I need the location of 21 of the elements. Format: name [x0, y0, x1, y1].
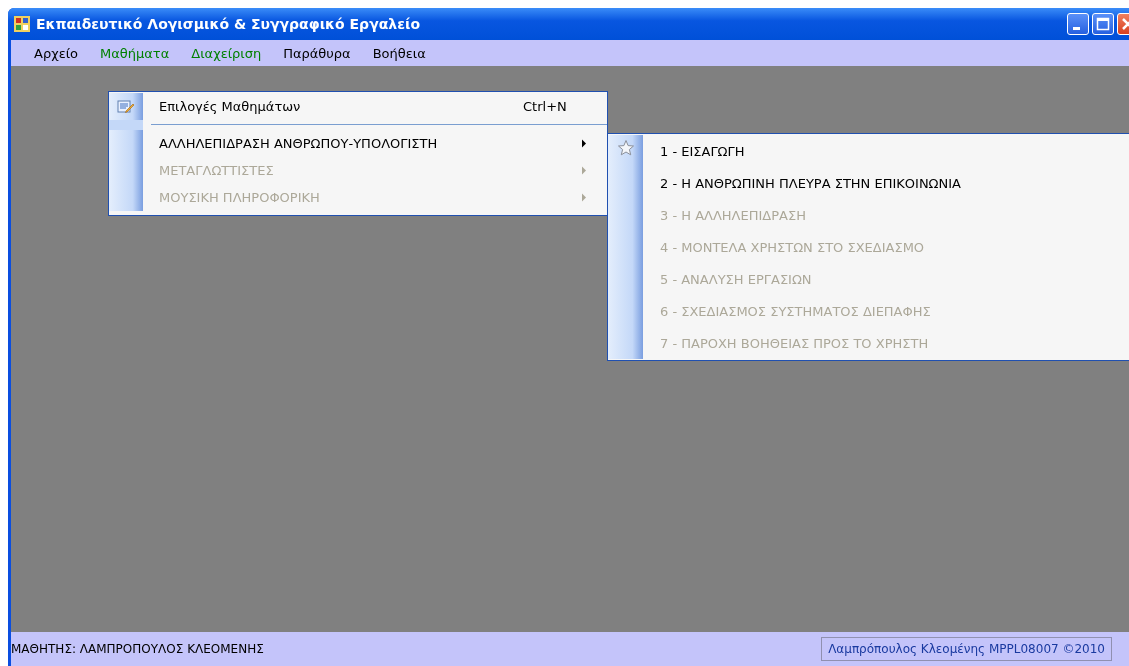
minimize-button[interactable]: [1067, 13, 1089, 35]
menu-option[interactable]: Επιλογές Μαθημάτων Ctrl+N: [109, 93, 607, 120]
app-icon: [14, 16, 30, 32]
submenu-arrow-icon: [581, 139, 587, 148]
menu-item[interactable]: Μαθήματα: [89, 43, 181, 63]
maximize-button[interactable]: [1092, 13, 1114, 35]
menu-item[interactable]: Παράθυρα: [272, 43, 362, 63]
menu-item[interactable]: Διαχείριση: [180, 43, 273, 63]
menu-item[interactable]: Βοήθεια: [361, 43, 437, 63]
window-title: Εκπαιδευτικό Λογισμικό & Συγγραφικό Εργαλείο: [36, 16, 420, 32]
status-panel: Λαμπρόπουλος Κλεομένης MPPL08007 ©2010: [821, 637, 1112, 661]
submenu-arrow-icon: [581, 166, 587, 175]
menu-item[interactable]: Αρχείο: [23, 43, 90, 63]
star-icon: [616, 139, 635, 157]
minimize-icon: [1072, 27, 1080, 30]
menu-option[interactable]: 2 - Η ΑΝΘΡΩΠΙΝΗ ΠΛΕΥΡΑ ΣΤΗΝ ΕΠΙΚΟΙΝΩΝΙΑ: [608, 167, 1129, 199]
menu-option[interactable]: ΑΛΛΗΛΕΠΙΔΡΑΣΗ ΑΝΘΡΩΠΟΥ-ΥΠΟΛΟΓΙΣΤΗ: [109, 130, 607, 157]
menu-option[interactable]: 1 - ΕΙΣΑΓΩΓΗ: [608, 135, 1129, 167]
status-text: ΜΑΘΗΤΗΣ: ΛΑΜΠΡΟΠΟΥΛΟΣ ΚΛΕΟΜΕΝΗΣ: [11, 642, 264, 656]
submenu-arrow-icon: [581, 193, 587, 202]
notepad-pencil-icon: [117, 98, 135, 115]
